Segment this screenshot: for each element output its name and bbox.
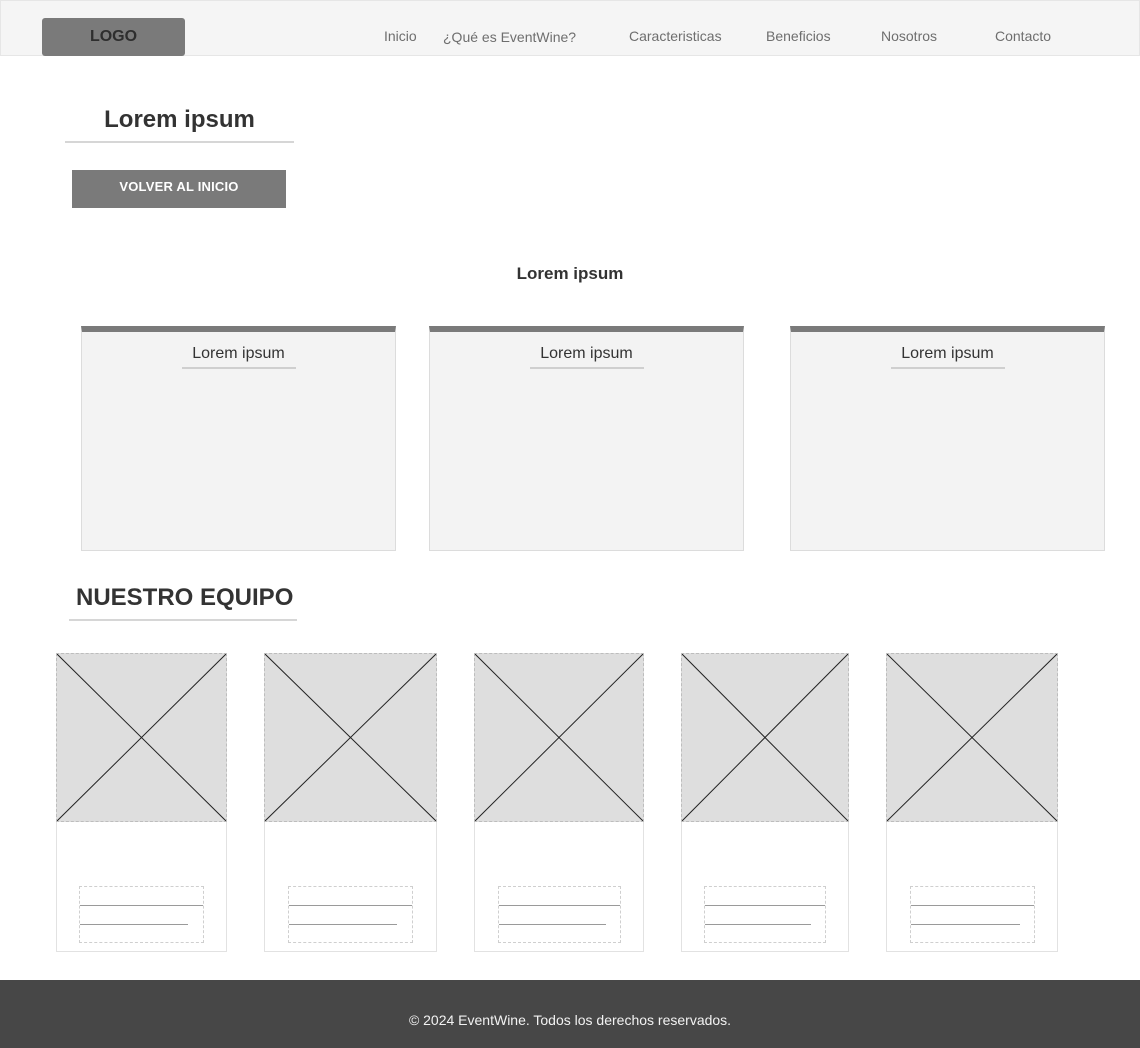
feature-card: Lorem ipsum — [790, 326, 1105, 551]
team-member-card — [681, 653, 849, 952]
text-line — [705, 924, 811, 925]
team-member-card — [474, 653, 644, 952]
nav-link-contacto[interactable]: Contacto — [995, 28, 1051, 44]
card-title-divider — [182, 367, 296, 369]
feature-card: Lorem ipsum — [429, 326, 744, 551]
team-member-card — [56, 653, 227, 952]
image-placeholder-icon — [264, 653, 437, 822]
text-placeholder — [498, 886, 621, 943]
nav-link-que-es[interactable]: ¿Qué es EventWine? — [443, 29, 576, 45]
text-line — [499, 905, 620, 906]
nav-link-nosotros[interactable]: Nosotros — [881, 28, 937, 44]
nav-link-caracteristicas[interactable]: Caracteristicas — [629, 28, 722, 44]
card-title-divider — [530, 367, 644, 369]
image-placeholder-icon — [474, 653, 644, 822]
team-heading-divider — [69, 619, 297, 621]
card-title: Lorem ipsum — [540, 345, 633, 362]
page-title: Lorem ipsum — [104, 106, 255, 133]
logo[interactable]: LOGO — [42, 18, 185, 56]
title-divider — [65, 141, 294, 143]
text-line — [499, 924, 606, 925]
card-title-divider — [891, 367, 1005, 369]
card-title: Lorem ipsum — [901, 345, 994, 362]
nav-link-beneficios[interactable]: Beneficios — [766, 28, 831, 44]
text-line — [80, 924, 188, 925]
image-placeholder-icon — [886, 653, 1058, 822]
text-placeholder — [288, 886, 413, 943]
text-placeholder — [910, 886, 1035, 943]
feature-card: Lorem ipsum — [81, 326, 396, 551]
text-line — [289, 905, 412, 906]
image-placeholder-icon — [681, 653, 849, 822]
text-line — [911, 924, 1020, 925]
nav-link-inicio[interactable]: Inicio — [384, 28, 417, 44]
text-line — [80, 905, 203, 906]
text-line — [705, 905, 825, 906]
team-heading: NUESTRO EQUIPO — [76, 584, 294, 611]
text-placeholder — [79, 886, 204, 943]
image-placeholder-icon — [56, 653, 227, 822]
card-title: Lorem ipsum — [192, 345, 285, 362]
team-member-card — [886, 653, 1058, 952]
text-line — [289, 924, 397, 925]
back-home-button[interactable]: VOLVER AL INICIO — [72, 170, 286, 208]
text-line — [911, 905, 1034, 906]
team-member-card — [264, 653, 437, 952]
text-placeholder — [704, 886, 826, 943]
section-heading: Lorem ipsum — [516, 264, 624, 283]
copyright-text: © 2024 EventWine. Todos los derechos res… — [408, 1012, 732, 1028]
